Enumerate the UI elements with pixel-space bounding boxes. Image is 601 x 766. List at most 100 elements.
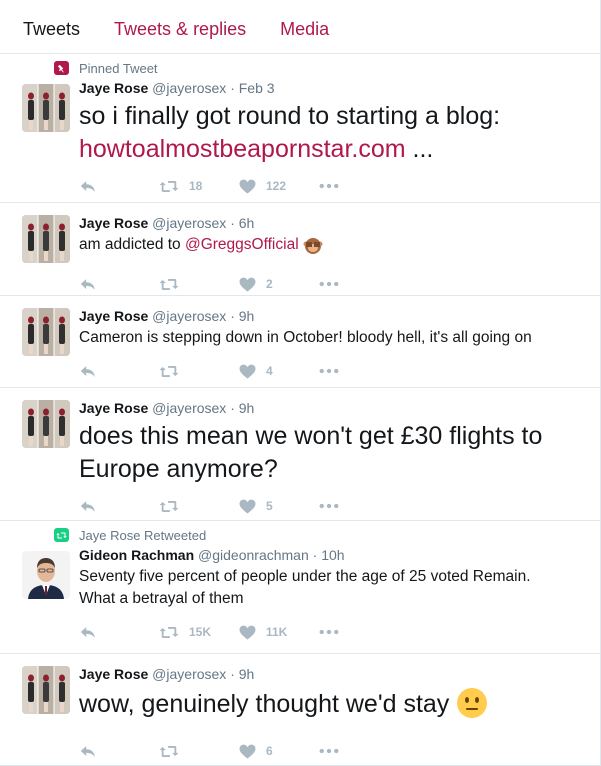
avatar[interactable] (22, 308, 70, 356)
blog-link[interactable]: howtoalmostbeapornstar.com (79, 135, 406, 163)
tweet-actions: 5 (79, 495, 588, 517)
reply-icon (79, 364, 97, 379)
retweet-icon (159, 625, 179, 640)
tab-tweets[interactable]: Tweets (0, 0, 97, 54)
tweet-header: Gideon Rachman @gideonrachman · 10h (79, 545, 588, 565)
author-handle[interactable]: @gideonrachman (198, 547, 309, 563)
heart-icon (239, 179, 256, 194)
tweet-text-body: wow, genuinely thought we'd stay (79, 690, 450, 718)
tweet-header: Jaye Rose @jayerosex · 9h (79, 306, 588, 326)
tab-media[interactable]: Media (263, 0, 346, 54)
like-button[interactable]: 2 (239, 277, 319, 292)
more-icon (319, 502, 339, 510)
retweet-button[interactable] (159, 364, 239, 379)
reply-button[interactable] (79, 744, 159, 759)
heart-icon (239, 499, 256, 514)
author-handle[interactable]: @jayerosex (152, 666, 226, 682)
tweet-text: Seventy five percent of people under the… (79, 566, 588, 610)
link-ellipsis: ... (405, 135, 434, 163)
author-handle[interactable]: @jayerosex (152, 80, 226, 96)
more-icon (319, 747, 339, 755)
avatar[interactable] (22, 84, 70, 132)
like-button[interactable]: 6 (239, 744, 319, 759)
author-handle[interactable]: @jayerosex (152, 400, 226, 416)
tweet-text-line: Seventy five percent of people under the… (79, 568, 531, 585)
profile-timeline: Tweets Tweets & replies Media Pinned Twe… (0, 0, 601, 766)
like-count: 6 (266, 744, 273, 758)
retweet-icon (54, 528, 69, 542)
tweet-item[interactable]: Jaye Rose Retweeted Gideon Rachman @gide… (0, 521, 600, 654)
retweet-button[interactable]: 15K (159, 625, 239, 640)
avatar[interactable] (22, 666, 70, 714)
more-icon (319, 367, 339, 375)
tweet-text-line: Europe anymore? (79, 455, 278, 483)
more-icon (319, 182, 339, 190)
tab-tweets-and-replies[interactable]: Tweets & replies (97, 0, 263, 54)
tweet-text-line: What a betrayal of them (79, 590, 244, 607)
heart-icon (239, 744, 256, 759)
more-icon (319, 628, 339, 636)
retweet-count: 18 (189, 179, 203, 193)
author-handle[interactable]: @jayerosex (152, 215, 226, 231)
more-icon (319, 280, 339, 288)
like-count: 4 (266, 364, 273, 378)
more-button[interactable] (319, 747, 339, 755)
tweet-time[interactable]: · 9h (230, 400, 254, 416)
retweet-icon (159, 499, 179, 514)
avatar[interactable] (22, 400, 70, 448)
tweet-time[interactable]: · Feb 3 (230, 80, 274, 96)
pin-icon (54, 61, 69, 75)
mention-link[interactable]: @GreggsOfficial (185, 236, 299, 253)
tweet-context: Pinned Tweet (54, 61, 588, 76)
retweet-button[interactable] (159, 499, 239, 514)
more-button[interactable] (319, 182, 339, 190)
author-name[interactable]: Jaye Rose (79, 80, 148, 96)
avatar[interactable] (22, 551, 70, 599)
author-handle[interactable]: @jayerosex (152, 308, 226, 324)
retweet-button[interactable] (159, 277, 239, 292)
reply-button[interactable] (79, 277, 159, 292)
more-button[interactable] (319, 280, 339, 288)
author-name[interactable]: Jaye Rose (79, 215, 148, 231)
tweet-actions: 18 122 (79, 175, 588, 197)
author-name[interactable]: Gideon Rachman (79, 547, 194, 563)
retweet-icon (159, 744, 179, 759)
tweet-item[interactable]: Jaye Rose @jayerosex · 9h does this mean… (0, 388, 600, 521)
tweet-time[interactable]: · 9h (230, 666, 254, 682)
neutral-face-icon (456, 687, 488, 728)
like-button[interactable]: 122 (239, 179, 319, 194)
tweet-text-body: am addicted to (79, 236, 185, 253)
reply-button[interactable] (79, 625, 159, 640)
context-label: Pinned Tweet (79, 61, 158, 76)
tweet-header: Jaye Rose @jayerosex · Feb 3 (79, 78, 588, 98)
tweet-item[interactable]: Jaye Rose @jayerosex · 6h am addicted to… (0, 203, 600, 296)
like-button[interactable]: 5 (239, 499, 319, 514)
tweet-time[interactable]: · 10h (313, 547, 345, 563)
author-name[interactable]: Jaye Rose (79, 400, 148, 416)
reply-icon (79, 625, 97, 640)
tweet-time[interactable]: · 9h (230, 308, 254, 324)
tweet-context: Jaye Rose Retweeted (54, 528, 588, 543)
retweet-button[interactable] (159, 744, 239, 759)
reply-button[interactable] (79, 499, 159, 514)
tweet-item[interactable]: Jaye Rose @jayerosex · 9h Cameron is ste… (0, 296, 600, 388)
more-button[interactable] (319, 367, 339, 375)
reply-button[interactable] (79, 364, 159, 379)
retweet-icon (159, 364, 179, 379)
see-no-evil-monkey-icon (303, 235, 323, 262)
retweet-button[interactable]: 18 (159, 179, 239, 194)
like-button[interactable]: 4 (239, 364, 319, 379)
more-button[interactable] (319, 628, 339, 636)
avatar[interactable] (22, 215, 70, 263)
tweet-item[interactable]: Jaye Rose @jayerosex · 9h wow, genuinely… (0, 654, 600, 766)
author-name[interactable]: Jaye Rose (79, 666, 148, 682)
author-name[interactable]: Jaye Rose (79, 308, 148, 324)
like-button[interactable]: 11K (239, 625, 319, 640)
more-button[interactable] (319, 502, 339, 510)
tweet-text: Cameron is stepping down in October! blo… (79, 329, 532, 346)
reply-icon (79, 277, 97, 292)
tweet-item[interactable]: Pinned Tweet Jaye Rose @jayerosex · Feb … (0, 54, 600, 203)
reply-button[interactable] (79, 179, 159, 194)
tweet-time[interactable]: · 6h (230, 215, 254, 231)
retweet-icon (159, 179, 179, 194)
